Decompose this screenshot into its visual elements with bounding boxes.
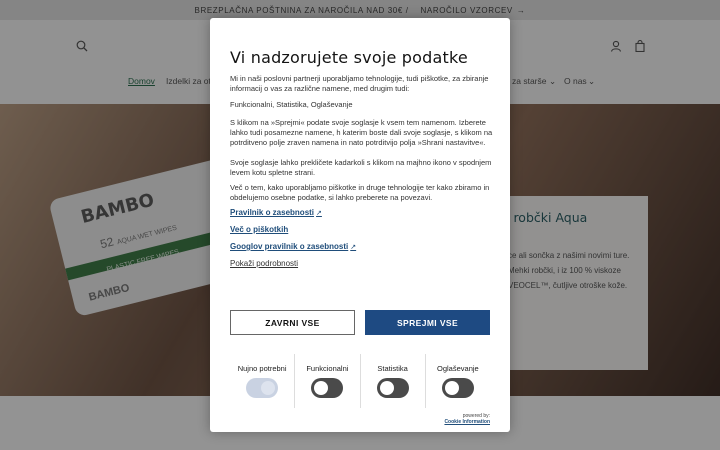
reject-all-button[interactable]: ZAVRNI VSE bbox=[230, 310, 355, 335]
cookies-info-link[interactable]: Več o piškotkih bbox=[230, 225, 288, 234]
category-necessary: Nujno potrebni bbox=[230, 354, 296, 408]
marketing-toggle[interactable] bbox=[441, 378, 474, 398]
dialog-revoke-text: Svoje soglasje lahko prekličete kadarkol… bbox=[230, 158, 492, 177]
toggle-knob bbox=[314, 381, 329, 395]
necessary-toggle bbox=[246, 378, 279, 398]
category-statistics: Statistika bbox=[361, 354, 426, 408]
dialog-title: Vi nadzorujete svoje podatke bbox=[230, 48, 468, 67]
category-label: Funkcionalni bbox=[306, 364, 349, 373]
toggle-knob bbox=[444, 381, 459, 395]
toggle-knob bbox=[379, 381, 394, 395]
category-label: Oglaševanje bbox=[437, 364, 479, 373]
category-label: Nujno potrebni bbox=[237, 364, 287, 373]
dialog-intro: Mi in naši poslovni partnerji uporabljam… bbox=[230, 74, 489, 93]
consent-categories: Nujno potrebni Funkcionalni Statistika O… bbox=[230, 354, 490, 408]
category-functional: Funkcionalni bbox=[295, 354, 361, 408]
privacy-policy-link[interactable]: Pravilnik o zasebnosti ↗ bbox=[230, 208, 322, 217]
category-marketing: Oglaševanje bbox=[426, 354, 490, 408]
external-link-icon: ↗ bbox=[316, 210, 322, 217]
functional-toggle[interactable] bbox=[311, 378, 344, 398]
dialog-more-text: Več o tem, kako uporabljamo piškotke in … bbox=[230, 183, 490, 202]
statistics-toggle[interactable] bbox=[376, 378, 409, 398]
toggle-knob bbox=[261, 381, 276, 395]
powered-by: powered by: Cookie Information bbox=[444, 413, 490, 425]
cookie-consent-dialog: Vi nadzorujete svoje podatke Mi in naši … bbox=[210, 18, 510, 432]
dialog-purposes: Funkcionalni, Statistika, Oglaševanje bbox=[230, 100, 353, 109]
show-details-link[interactable]: Pokaži podrobnosti bbox=[230, 259, 298, 268]
google-privacy-link[interactable]: Googlov pravilnik o zasebnosti ↗ bbox=[230, 242, 356, 251]
accept-all-button[interactable]: SPREJMI VSE bbox=[365, 310, 490, 335]
external-link-icon: ↗ bbox=[350, 244, 357, 251]
dialog-consent-text: S klikom na »Sprejmi« podate svoje sogla… bbox=[230, 118, 493, 147]
cookie-information-logo[interactable]: Cookie Information bbox=[444, 419, 490, 425]
category-label: Statistika bbox=[377, 364, 408, 373]
